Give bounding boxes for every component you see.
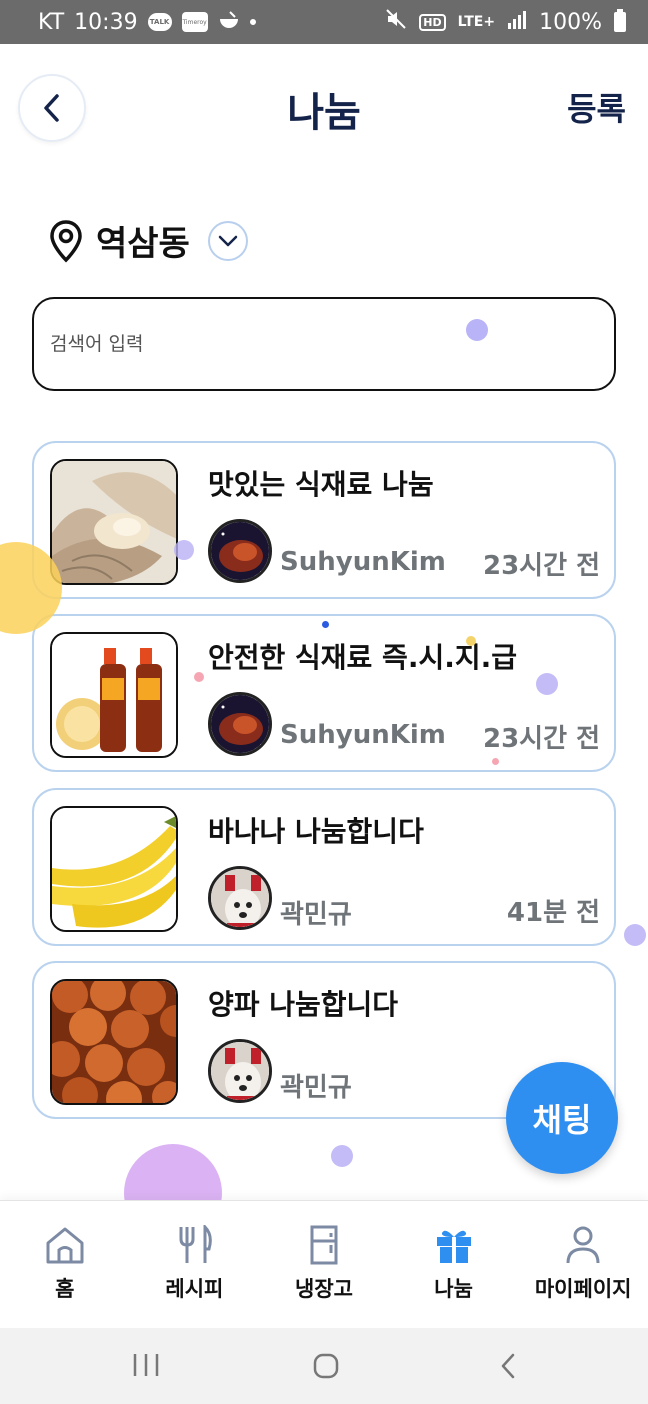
carrier: KT — [38, 9, 65, 35]
location-pin-icon — [50, 219, 82, 262]
person-icon — [566, 1226, 600, 1264]
food-notification-icon — [218, 10, 240, 35]
post-time: 23시간 전 — [483, 724, 600, 754]
hd-voice-icon: HD — [419, 13, 446, 31]
clock: 10:39 — [74, 9, 138, 35]
nav-item-fridge[interactable]: 냉장고 — [259, 1201, 389, 1328]
decorative-dot — [466, 636, 476, 646]
battery-percent: 100% — [539, 9, 602, 35]
post-image-onions — [50, 979, 178, 1105]
location-dropdown-button[interactable] — [207, 220, 248, 261]
more-notifications-icon — [249, 19, 256, 25]
post-time: 41분 전 — [506, 898, 600, 928]
location-name: 역삼동 — [96, 224, 190, 264]
app-notification-icon: Timeroy — [181, 12, 208, 32]
status-bar: KT 10:39 TALK Timeroy HD LTE+ 100% — [0, 0, 648, 44]
decorative-dot — [492, 758, 499, 765]
author-avatar — [208, 1039, 272, 1103]
recent-apps-icon — [133, 1354, 159, 1376]
post-card[interactable]: 맛있는 식재료 나눔 SuhyunKim 23시간 전 — [32, 441, 616, 599]
home-system-button[interactable] — [312, 1352, 340, 1384]
recent-apps-button[interactable] — [132, 1352, 160, 1382]
nav-item-share[interactable]: 나눔 — [389, 1201, 519, 1328]
post-title: 바나나 나눔합니다 — [208, 815, 424, 848]
nav-label: 마이페이지 — [534, 1277, 632, 1301]
decorative-dot — [466, 319, 488, 341]
back-arrow-icon — [501, 1353, 515, 1379]
home-circle-icon — [313, 1353, 339, 1379]
chevron-down-icon — [218, 235, 238, 246]
decorative-dot — [322, 621, 329, 628]
network-type: LTE+ — [457, 14, 496, 30]
nav-item-recipe[interactable]: 레시피 — [130, 1201, 260, 1328]
author-avatar — [208, 866, 272, 930]
nav-label: 냉장고 — [295, 1277, 353, 1301]
post-title: 맛있는 식재료 나눔 — [208, 468, 434, 501]
post-card[interactable]: 바나나 나눔합니다 곽민규 41분 전 — [32, 788, 616, 946]
signal-icon — [507, 10, 527, 35]
post-image-bananas — [50, 806, 178, 932]
post-title: 양파 나눔합니다 — [208, 988, 399, 1021]
nav-label: 홈 — [55, 1277, 75, 1301]
home-icon — [46, 1227, 84, 1264]
app-header: 나눔 등록 — [0, 44, 648, 172]
fridge-icon — [310, 1225, 338, 1265]
system-navigation-bar — [0, 1328, 648, 1404]
location-selector[interactable]: 역삼동 — [48, 216, 248, 265]
battery-icon — [614, 9, 626, 32]
gift-icon — [436, 1230, 471, 1263]
search-box[interactable] — [32, 297, 616, 391]
chat-button[interactable]: 채팅 — [506, 1062, 618, 1174]
decorative-dot — [194, 672, 204, 682]
system-back-button[interactable] — [498, 1352, 518, 1384]
author-name: SuhyunKim — [280, 720, 446, 750]
author-name: 곽민규 — [280, 1073, 352, 1103]
register-button[interactable]: 등록 — [567, 84, 626, 130]
nav-item-mypage[interactable]: 마이페이지 — [518, 1201, 648, 1328]
fork-knife-icon — [179, 1225, 213, 1263]
author-avatar — [208, 692, 272, 756]
post-time: 23시간 전 — [483, 551, 600, 581]
mute-icon — [385, 8, 407, 36]
post-image-sauce-bottles — [50, 632, 178, 758]
bottom-navigation: 홈 레시피 냉장고 나눔 마이페이지 — [0, 1200, 648, 1328]
page-title: 나눔 — [287, 90, 361, 136]
search-input[interactable] — [50, 333, 598, 355]
post-card[interactable]: 안전한 식재료 즉.시.지.급 SuhyunKim 23시간 전 — [32, 614, 616, 772]
author-avatar — [208, 519, 272, 583]
decorative-dot — [624, 924, 646, 946]
nav-label: 나눔 — [434, 1277, 473, 1301]
post-image-scallops — [50, 459, 178, 585]
talk-notification-icon: TALK — [147, 13, 172, 31]
decorative-dot — [536, 673, 558, 695]
author-name: 곽민규 — [280, 900, 352, 930]
author-name: SuhyunKim — [280, 547, 446, 577]
decorative-dot — [174, 540, 194, 560]
nav-item-home[interactable]: 홈 — [0, 1201, 130, 1328]
nav-label: 레시피 — [165, 1277, 224, 1301]
decorative-dot — [331, 1145, 353, 1167]
